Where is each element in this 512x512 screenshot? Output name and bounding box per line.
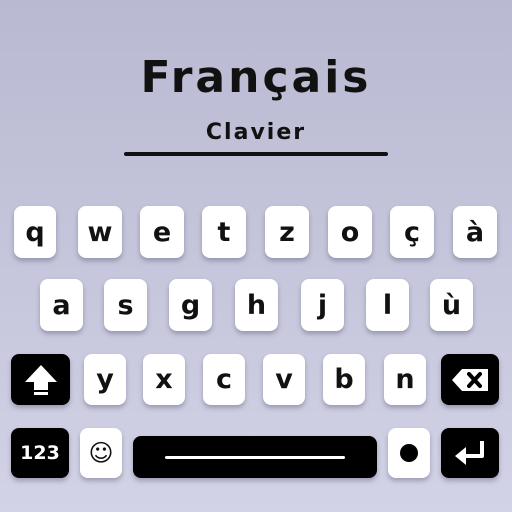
key-e[interactable]: e xyxy=(140,206,184,258)
keyboard-title: Français xyxy=(140,52,372,103)
key-g[interactable]: g xyxy=(169,279,212,331)
key-o[interactable]: o xyxy=(328,206,372,258)
shift-key[interactable] xyxy=(11,354,70,405)
key-v[interactable]: v xyxy=(263,354,305,405)
key-a[interactable]: a xyxy=(40,279,83,331)
enter-key[interactable] xyxy=(441,428,499,478)
key-x[interactable]: x xyxy=(143,354,185,405)
key-c-cedilla[interactable]: ç xyxy=(390,206,434,258)
key-j[interactable]: j xyxy=(301,279,344,331)
key-t[interactable]: t xyxy=(202,206,246,258)
backspace-key[interactable] xyxy=(441,354,499,405)
keyboard-subtitle: Clavier xyxy=(205,120,307,145)
emoji-key[interactable]: ☺ xyxy=(80,428,122,478)
smiley-icon: ☺ xyxy=(88,439,114,467)
numbers-key[interactable]: 123 xyxy=(11,428,69,478)
key-z[interactable]: z xyxy=(265,206,309,258)
key-a-grave[interactable]: à xyxy=(453,206,497,258)
key-q[interactable]: q xyxy=(14,206,56,258)
dot-icon xyxy=(400,444,418,462)
key-w[interactable]: w xyxy=(78,206,122,258)
key-b[interactable]: b xyxy=(323,354,365,405)
backspace-icon xyxy=(451,368,489,392)
key-h[interactable]: h xyxy=(235,279,278,331)
enter-arrow-icon xyxy=(453,439,487,467)
key-u-grave[interactable]: ù xyxy=(430,279,473,331)
key-y[interactable]: y xyxy=(84,354,126,405)
key-c[interactable]: c xyxy=(203,354,245,405)
space-key[interactable] xyxy=(133,436,377,478)
space-bar-line xyxy=(165,455,345,459)
key-n[interactable]: n xyxy=(384,354,426,405)
key-s[interactable]: s xyxy=(104,279,147,331)
shift-arrow-icon xyxy=(23,363,59,397)
key-l[interactable]: l xyxy=(366,279,409,331)
dot-key[interactable] xyxy=(388,428,430,478)
title-underline xyxy=(124,152,388,156)
